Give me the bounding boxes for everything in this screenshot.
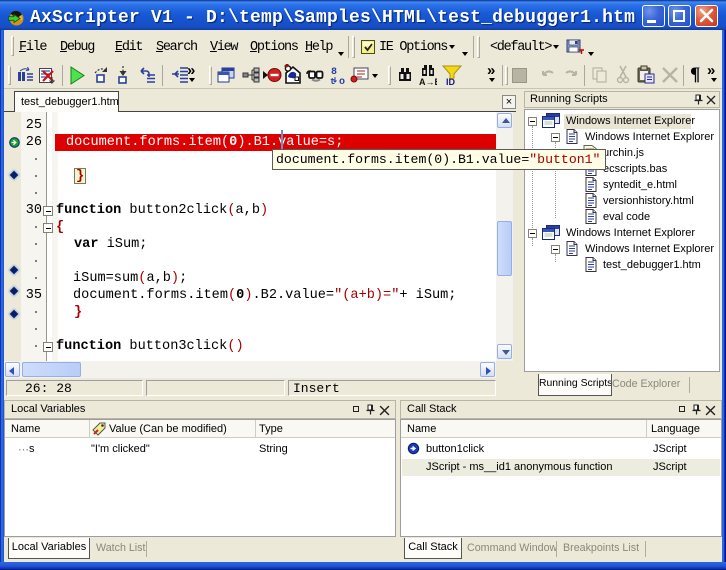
svg-text:o: o [339,77,345,85]
svg-text:A→B: A→B [419,77,437,86]
svg-text:ID: ID [446,77,456,86]
svg-text:t: t [330,77,335,85]
